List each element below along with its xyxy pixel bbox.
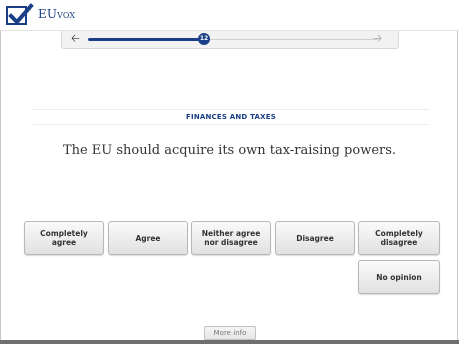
bottom-strip xyxy=(0,340,459,344)
no-opinion-button[interactable]: No opinion xyxy=(358,260,440,294)
arrow-left-icon[interactable]: 🡠 xyxy=(71,33,80,45)
arrow-right-icon[interactable]: 🡢 xyxy=(373,33,382,45)
more-info-button[interactable]: More info xyxy=(204,326,256,340)
answer-completely-disagree-button[interactable]: Completely disagree xyxy=(358,221,440,255)
answer-disagree-button[interactable]: Disagree xyxy=(275,221,355,255)
topic-title: FINANCES AND TAXES xyxy=(186,113,276,121)
progress-knob: 12 xyxy=(198,33,210,45)
brand-prefix: EU xyxy=(38,7,58,21)
checkbox-check-icon xyxy=(6,3,34,25)
brand-logo-text: EUvox xyxy=(38,7,75,21)
answer-agree-button[interactable]: Agree xyxy=(108,221,188,255)
topic-divider-top xyxy=(33,109,429,110)
progress-fill xyxy=(88,38,204,41)
progress-bar: 🡠 12 🡢 xyxy=(61,31,399,49)
topic-divider-bottom xyxy=(33,124,429,125)
question-text: The EU should acquire its own tax-raisin… xyxy=(62,143,397,158)
answer-completely-agree-button[interactable]: Completely agree xyxy=(24,221,104,255)
answer-neutral-button[interactable]: Neither agree nor disagree xyxy=(191,221,271,255)
brand-suffix: vox xyxy=(57,7,76,21)
header: EUvox xyxy=(0,0,459,31)
